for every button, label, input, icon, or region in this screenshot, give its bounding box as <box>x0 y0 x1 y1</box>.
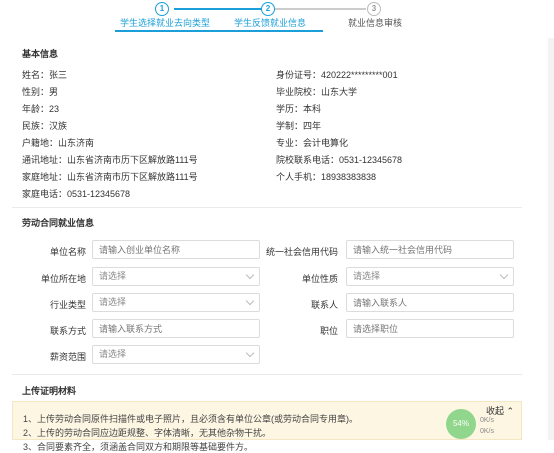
contact-label: 联系人 <box>310 300 338 310</box>
scrollbar[interactable] <box>548 38 554 440</box>
position-label: 职位 <box>319 326 338 336</box>
section-divider <box>12 207 522 208</box>
basic-info-title: 基本信息 <box>22 49 59 59</box>
home-phone-field: 家庭电话：0531-12345678 <box>22 189 131 199</box>
upload-speed: 0K/s <box>480 417 495 424</box>
step-connector-2 <box>274 8 366 10</box>
step-2-circle: 2 <box>261 2 275 16</box>
salary-label: 薪资范围 <box>49 352 86 362</box>
salary-select-value: 请选择 <box>99 349 127 359</box>
active-step-underline <box>115 30 323 32</box>
collapse-label: 收起 <box>486 406 505 416</box>
notice-line-1: 1、上传劳动合同原件扫描件或电子照片，且必须含有单位公章(或劳动合同专用章)。 <box>23 414 359 424</box>
industry-label: 行业类型 <box>49 300 86 310</box>
company-name-label: 单位名称 <box>49 247 86 257</box>
ethnicity-field: 民族：汉族 <box>22 121 68 131</box>
upload-title: 上传证明材料 <box>22 386 77 396</box>
salary-select[interactable]: 请选择 <box>92 345 260 364</box>
chevron-down-icon <box>245 348 255 358</box>
network-speed-widget[interactable]: 54% <box>446 409 476 439</box>
progress-stepper: 1 学生选择就业去向类型 2 学生反馈就业信息 3 就业信息审核 <box>0 0 554 32</box>
industry-select-value: 请选择 <box>99 297 127 307</box>
school-phone-field: 院校联系电话：0531-12345678 <box>276 155 403 165</box>
step-1-circle: 1 <box>155 2 169 16</box>
contact-method-label: 联系方式 <box>49 326 86 336</box>
name-field: 姓名：张三 <box>22 70 68 80</box>
step-connector-1 <box>174 8 262 10</box>
step-1-label: 学生选择就业去向类型 <box>120 18 211 28</box>
chevron-down-icon <box>499 270 509 280</box>
download-speed: 0K/s <box>480 428 495 435</box>
location-select-value: 请选择 <box>99 271 127 281</box>
age-field: 年龄：23 <box>22 104 60 114</box>
location-label: 单位所在地 <box>40 274 86 284</box>
notice-line-2: 2、上传的劳动合同应边距规整、字体清晰，无其他杂物干扰。 <box>23 428 272 438</box>
location-select[interactable]: 请选择 <box>92 267 260 286</box>
mail-address-field: 通讯地址：山东省济南市历下区解放路111号 <box>22 155 198 165</box>
major-field: 专业：会计电算化 <box>276 138 349 148</box>
gender-field: 性别：男 <box>22 87 59 97</box>
step-2-label: 学生反馈就业信息 <box>234 18 307 28</box>
step-3-label: 就业信息审核 <box>348 18 403 28</box>
hukou-field: 户籍地：山东济南 <box>22 138 95 148</box>
chevron-down-icon <box>245 270 255 280</box>
credit-code-label: 统一社会信用代码 <box>266 247 339 257</box>
nature-select[interactable]: 请选择 <box>346 267 514 286</box>
notice-line-3: 3、合同要素齐全，须涵盖合同双方和期限等基础要件方。 <box>23 442 254 452</box>
mobile-field: 个人手机：18938383838 <box>276 172 377 182</box>
education-field: 学历：本科 <box>276 104 322 114</box>
step-3-circle: 3 <box>367 2 381 16</box>
collapse-button[interactable]: 收起 ⌃ <box>486 404 514 417</box>
chevron-down-icon <box>245 296 255 306</box>
home-address-field: 家庭地址：山东省济南市历下区解放路111号 <box>22 172 198 182</box>
credit-code-input[interactable] <box>346 240 514 259</box>
contact-input[interactable] <box>346 293 514 312</box>
nature-select-value: 请选择 <box>353 271 381 281</box>
contract-info-title: 劳动合同就业信息 <box>22 218 95 228</box>
nature-label: 单位性质 <box>301 274 338 284</box>
section-divider-2 <box>12 374 522 375</box>
school-field: 毕业院校：山东大学 <box>276 87 358 97</box>
position-input[interactable] <box>346 319 514 338</box>
chevron-up-icon: ⌃ <box>506 406 515 416</box>
id-number-field: 身份证号：420222*********001 <box>276 70 398 80</box>
duration-field: 学制：四年 <box>276 121 322 131</box>
industry-select[interactable]: 请选择 <box>92 293 260 312</box>
contact-method-input[interactable] <box>92 319 260 338</box>
company-name-input[interactable] <box>92 240 260 259</box>
